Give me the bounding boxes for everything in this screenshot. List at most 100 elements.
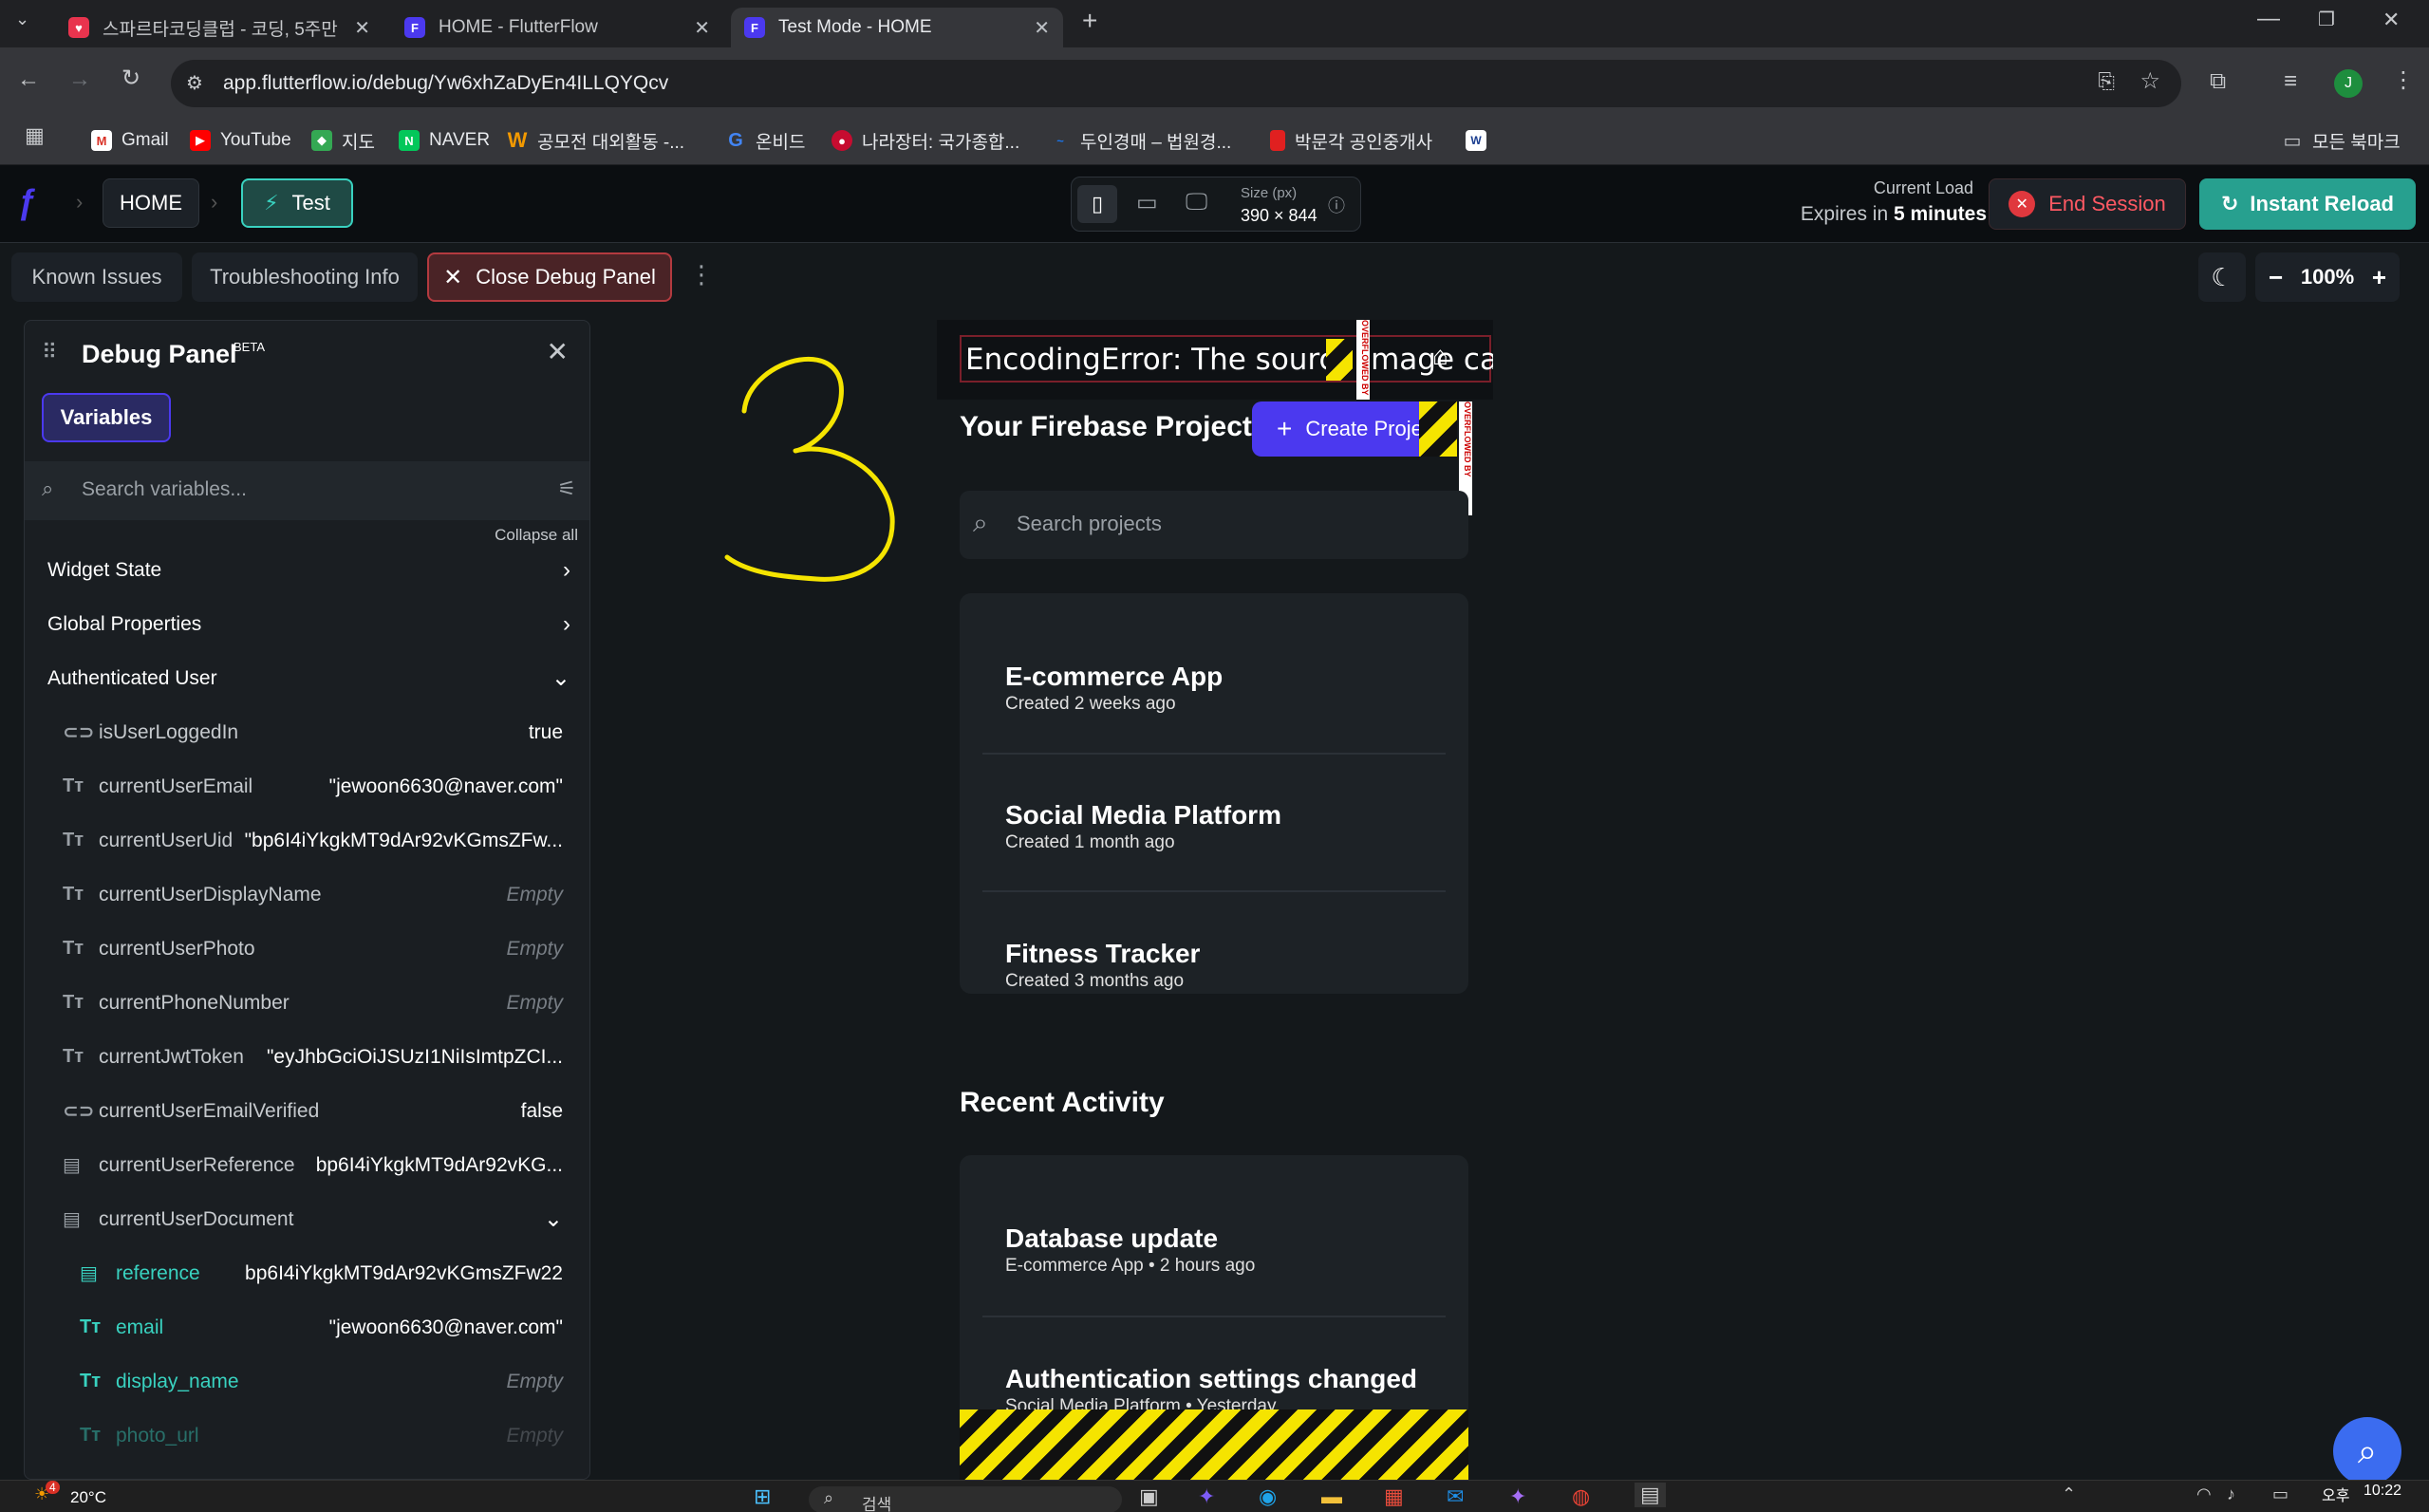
home-icon[interactable]: ⌂ bbox=[1432, 341, 1448, 371]
search-projects-input[interactable]: ⌕ Search projects bbox=[960, 491, 1468, 559]
copilot-icon[interactable]: ✦ bbox=[1198, 1484, 1215, 1509]
flutterflow-logo-icon[interactable]: ƒ bbox=[17, 182, 36, 222]
document-field-row[interactable]: ▤ reference bp6I4iYkgkMT9dAr92vKGmsZFw22 bbox=[25, 1246, 589, 1300]
wifi-icon[interactable]: ◠ bbox=[2196, 1484, 2212, 1504]
end-session-button[interactable]: ✕ End Session bbox=[1989, 178, 2186, 230]
activity-item[interactable]: Database update E-commerce App • 2 hours… bbox=[960, 1155, 1468, 1316]
close-window-icon[interactable]: ✕ bbox=[2382, 8, 2400, 32]
zoom-in-icon[interactable]: + bbox=[2372, 263, 2386, 292]
project-item[interactable]: E-commerce App Created 2 weeks ago bbox=[960, 593, 1468, 730]
mail-icon[interactable]: ✉ bbox=[1447, 1484, 1464, 1509]
chevron-right-icon: › bbox=[563, 556, 570, 583]
task-view-icon[interactable]: ▣ bbox=[1139, 1484, 1159, 1509]
tab-test-mode[interactable]: F Test Mode - HOME ✕ bbox=[731, 8, 1063, 47]
section-authenticated-user[interactable]: Authenticated User ⌄ bbox=[25, 651, 589, 705]
bookmark-contest[interactable]: W 공모전 대외활동 -... bbox=[507, 121, 684, 159]
battery-icon[interactable]: ▭ bbox=[2272, 1484, 2289, 1504]
instant-reload-button[interactable]: ↻ Instant Reload bbox=[2199, 178, 2416, 230]
media-control-icon[interactable]: ≡ bbox=[2284, 68, 2297, 95]
close-tab-icon[interactable]: ✕ bbox=[1034, 16, 1050, 40]
bookmark-onbid[interactable]: G 온비드 bbox=[725, 121, 805, 159]
dark-mode-toggle[interactable]: ☾ bbox=[2198, 252, 2246, 302]
back-icon[interactable]: ← bbox=[17, 66, 40, 93]
active-app-icon[interactable]: ▤ bbox=[1635, 1483, 1666, 1507]
project-name: Social Media Platform bbox=[1005, 800, 1281, 830]
taskbar-search[interactable]: ⌕ 검색 bbox=[809, 1486, 1122, 1512]
all-bookmarks-folder[interactable]: ▭ 모든 북마크 bbox=[2282, 121, 2401, 159]
tablet-device-icon[interactable]: ▭ bbox=[1136, 189, 1158, 216]
chrome-menu-icon[interactable]: ⋮ bbox=[2392, 66, 2415, 94]
variables-tab[interactable]: Variables bbox=[42, 393, 171, 442]
desktop-device-icon[interactable]: 🖵 bbox=[1186, 189, 1207, 215]
tray-chevron-icon[interactable]: ⌃ bbox=[2062, 1484, 2076, 1504]
document-field-row[interactable]: Tт display_name Empty bbox=[25, 1354, 589, 1409]
reload-icon[interactable]: ↻ bbox=[121, 65, 140, 92]
create-project-button[interactable]: + Create Project bbox=[1252, 401, 1429, 457]
bookmark-youtube[interactable]: ▶ YouTube bbox=[190, 121, 291, 159]
bookmark-gmail[interactable]: M Gmail bbox=[91, 121, 169, 159]
apps-grid-icon[interactable]: ▦ bbox=[25, 123, 45, 148]
variable-row[interactable]: Tт currentJwtToken "eyJhbGciOiJSUzI1NiIsIm… bbox=[25, 1030, 589, 1084]
windows-start-icon[interactable]: ⊞ bbox=[754, 1484, 771, 1509]
extensions-icon[interactable]: ⧉ bbox=[2210, 68, 2226, 95]
tab-search-icon[interactable]: ⌄ bbox=[15, 9, 29, 29]
variable-row[interactable]: Tт currentPhoneNumber Empty bbox=[25, 976, 589, 1030]
bookmark-narajangteo[interactable]: ● 나라장터: 국가종합... bbox=[831, 121, 1019, 159]
variable-row[interactable]: Tт currentUserEmail "jewoon6630@naver.com" bbox=[25, 759, 589, 813]
variable-row[interactable]: Tт currentUserDisplayName Empty bbox=[25, 868, 589, 922]
document-field-row[interactable]: Tт email "jewoon6630@naver.com" bbox=[25, 1300, 589, 1354]
restore-icon[interactable]: ❐ bbox=[2318, 8, 2335, 31]
bookmark-bakmungak[interactable]: 박문각 공인중개사 bbox=[1270, 121, 1432, 159]
document-field-row[interactable]: Tт photo_url Empty bbox=[25, 1409, 589, 1463]
minimize-icon[interactable]: — bbox=[2257, 6, 2280, 32]
project-item[interactable]: Fitness Tracker Created 3 months ago bbox=[960, 893, 1468, 994]
tab-home-flutterflow[interactable]: F HOME - FlutterFlow ✕ bbox=[391, 8, 723, 47]
drag-handle-icon[interactable]: ⠿ bbox=[42, 340, 57, 364]
forward-icon[interactable]: → bbox=[68, 66, 91, 93]
variable-row[interactable]: ▤ currentUserReference bp6I4iYkgkMT9dAr92v… bbox=[25, 1138, 589, 1192]
section-widget-state[interactable]: Widget State › bbox=[25, 543, 589, 597]
troubleshooting-button[interactable]: Troubleshooting Info bbox=[192, 252, 418, 302]
edge-icon[interactable]: ◉ bbox=[1259, 1484, 1277, 1509]
collapse-all-button[interactable]: Collapse all bbox=[495, 526, 578, 545]
more-options-icon[interactable]: ⋮ bbox=[689, 260, 714, 289]
section-global-properties[interactable]: Global Properties › bbox=[25, 597, 589, 651]
bookmark-dooin[interactable]: ~ 두인경매 – 법원경... bbox=[1050, 121, 1231, 159]
tab-sparta[interactable]: ♥ 스파르타코딩클럽 - 코딩, 5주만 ✕ bbox=[55, 8, 383, 47]
projects-heading: Your Firebase Projects bbox=[960, 411, 1268, 442]
page-name-pill[interactable]: HOME bbox=[103, 178, 199, 228]
help-chat-button[interactable]: ⌕ bbox=[2333, 1417, 2401, 1485]
bookmark-maps[interactable]: ◆ 지도 bbox=[311, 121, 375, 159]
close-tab-icon[interactable]: ✕ bbox=[694, 16, 710, 40]
variable-row[interactable]: ⊂⊃ isUserLoggedIn true bbox=[25, 705, 589, 759]
zoom-out-icon[interactable]: − bbox=[2269, 263, 2283, 292]
bookmark-unnamed[interactable]: W bbox=[1466, 121, 1496, 159]
new-tab-icon[interactable]: + bbox=[1082, 6, 1097, 36]
close-tab-icon[interactable]: ✕ bbox=[354, 16, 370, 40]
chrome-icon[interactable]: ◍ bbox=[1572, 1484, 1590, 1509]
close-panel-icon[interactable]: ✕ bbox=[547, 336, 569, 367]
app-icon[interactable]: ✦ bbox=[1509, 1484, 1526, 1509]
volume-icon[interactable]: ♪ bbox=[2227, 1484, 2235, 1504]
known-issues-button[interactable]: Known Issues bbox=[11, 252, 182, 302]
bookmark-star-icon[interactable]: ☆ bbox=[2139, 67, 2160, 95]
install-app-icon[interactable]: ⎘ bbox=[2098, 69, 2115, 94]
filter-icon[interactable]: ⚟ bbox=[557, 476, 576, 501]
phone-device-icon[interactable]: ▯ bbox=[1077, 185, 1117, 223]
close-debug-panel-button[interactable]: ✕ Close Debug Panel bbox=[427, 252, 672, 302]
site-info-icon[interactable]: ⚙ bbox=[186, 71, 203, 95]
variable-search-input[interactable]: ⌕ Search variables... ⚟ bbox=[25, 461, 589, 520]
project-item[interactable]: Social Media Platform Created 1 month ag… bbox=[960, 755, 1468, 891]
store-icon[interactable]: ▦ bbox=[1384, 1484, 1404, 1509]
profile-avatar[interactable]: J bbox=[2334, 69, 2363, 98]
variable-row[interactable]: ▤ currentUserDocument ⌄ bbox=[25, 1192, 589, 1246]
address-bar[interactable]: ⚙ app.flutterflow.io/debug/Yw6xhZaDyEn4I… bbox=[171, 60, 2181, 107]
file-explorer-icon[interactable]: ▬ bbox=[1321, 1484, 1342, 1509]
variable-row[interactable]: Tт currentUserPhoto Empty bbox=[25, 922, 589, 976]
variable-value: Empty bbox=[506, 937, 563, 960]
variable-row[interactable]: Tт currentUserUid "bp6I4iYkgkMT9dAr92vKGms… bbox=[25, 813, 589, 868]
info-icon[interactable]: ⓘ bbox=[1328, 193, 1345, 217]
test-mode-pill[interactable]: ⚡ Test bbox=[241, 178, 353, 228]
variable-row[interactable]: ⊂⊃ currentUserEmailVerified false bbox=[25, 1084, 589, 1138]
bookmark-naver[interactable]: N NAVER bbox=[399, 121, 490, 159]
